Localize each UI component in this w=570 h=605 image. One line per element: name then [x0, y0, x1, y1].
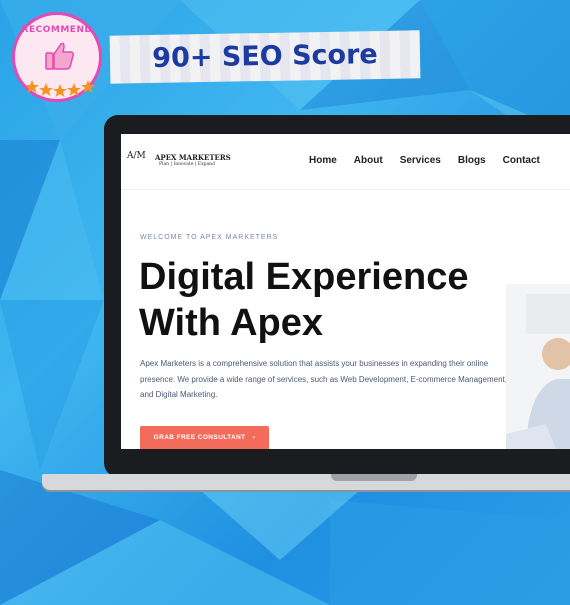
hero-description: Apex Marketers is a comprehensive soluti… — [140, 359, 507, 399]
logo-mark[interactable]: A/M — [127, 151, 149, 171]
thumbs-up-icon — [45, 42, 74, 70]
grab-free-consultant-button[interactable]: GRAB FREE CONSULTANT › — [140, 426, 269, 449]
recommend-badge: RECOMMEND — [12, 12, 102, 102]
nav-services[interactable]: Services — [400, 155, 441, 166]
badge-label: RECOMMEND — [21, 25, 93, 35]
star-rating-icon — [25, 80, 95, 97]
website-preview: A/M APEX MARKETERS Plan | Innovate | Exp… — [121, 134, 570, 449]
hero-title-line-1: Digital Experience — [139, 256, 469, 298]
logo-tagline: Plan | Innovate | Expand — [159, 162, 215, 167]
cta-text: GRAB FREE CONSULTANT — [153, 434, 246, 441]
chevron-right-icon: › — [252, 434, 256, 441]
seo-score-tape: 90+ SEO Score — [109, 30, 421, 84]
hero-title: Digital Experience With Apex — [139, 254, 529, 346]
logo-name[interactable]: APEX MARKETERS — [155, 153, 231, 162]
hero-person-photo — [506, 284, 570, 449]
laptop-base — [42, 474, 570, 490]
cta-label: GRAB FREE CONSULTANT › — [140, 434, 269, 441]
nav-about[interactable]: About — [354, 155, 383, 166]
laptop-notch — [331, 474, 417, 481]
hero-eyebrow: WELCOME TO APEX MARKETERS — [140, 234, 279, 241]
nav-contact[interactable]: Contact — [503, 155, 540, 166]
nav-blogs[interactable]: Blogs — [458, 155, 486, 166]
main-nav: Home About Services Blogs Contact — [309, 155, 557, 166]
seo-score-label: 90+ SEO Score — [152, 39, 378, 74]
hero-title-line-2: With Apex — [139, 302, 324, 344]
site-header: A/M APEX MARKETERS Plan | Innovate | Exp… — [121, 134, 570, 190]
nav-home[interactable]: Home — [309, 155, 337, 166]
